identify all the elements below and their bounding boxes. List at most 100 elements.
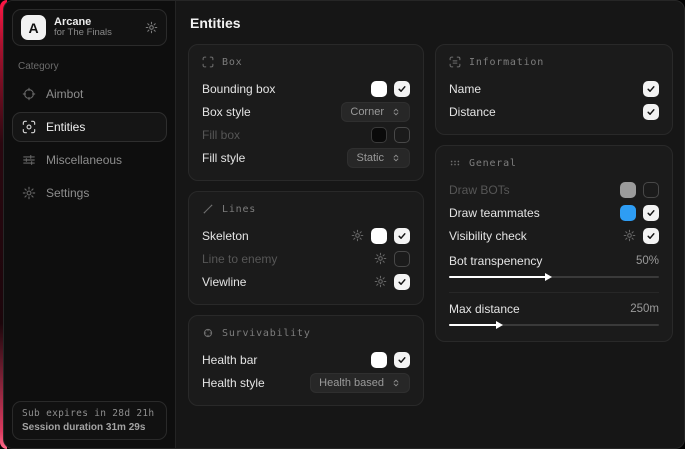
check-icon (646, 107, 656, 117)
check-icon (646, 231, 656, 241)
sidebar: A Arcane for The Finals Category (4, 1, 176, 448)
app-logo: A (21, 15, 46, 40)
sidebar-item-settings[interactable]: Settings (12, 178, 167, 208)
information-card: Information Name Distance (435, 44, 673, 135)
app-brand-card: A Arcane for The Finals (12, 9, 167, 46)
bounding-box-row: Bounding box (202, 77, 410, 100)
sliders-icon (22, 153, 36, 167)
bounding-box-color-swatch[interactable] (371, 81, 387, 97)
survivability-card-header: Survivability (202, 327, 410, 339)
row-label: Line to enemy (202, 252, 277, 266)
dropdown-value: Health based (319, 377, 384, 389)
name-checkbox[interactable] (643, 81, 659, 97)
draw-bots-checkbox[interactable] (643, 182, 659, 198)
draw-teammates-checkbox[interactable] (643, 205, 659, 221)
main-content: Entities Box (176, 1, 685, 448)
lines-card-header: Lines (202, 203, 410, 215)
fill-style-dropdown[interactable]: Static (347, 148, 410, 168)
check-icon (397, 231, 407, 241)
lines-card-title: Lines (222, 204, 256, 215)
general-card-title: General (469, 158, 517, 169)
fill-box-checkbox[interactable] (394, 127, 410, 143)
sidebar-item-aimbot[interactable]: Aimbot (12, 79, 167, 109)
sidebar-item-miscellaneous[interactable]: Miscellaneous (12, 145, 167, 175)
check-icon (646, 84, 656, 94)
box-style-dropdown[interactable]: Corner (341, 102, 410, 122)
gear-icon[interactable] (374, 275, 387, 288)
line-to-enemy-checkbox[interactable] (394, 251, 410, 267)
check-icon (397, 277, 407, 287)
information-card-header: Information (449, 56, 659, 68)
window-body: A Arcane for The Finals Category (3, 0, 685, 449)
health-bar-checkbox[interactable] (394, 352, 410, 368)
distance-row: Distance (449, 100, 659, 123)
bot-transparency-slider[interactable] (449, 272, 659, 282)
viewline-row: Viewline (202, 270, 410, 293)
max-distance-setting: Max distance 250m (449, 292, 659, 330)
gear-icon[interactable] (145, 21, 158, 34)
app-title-block: Arcane for The Finals (54, 16, 112, 40)
sidebar-item-label: Entities (46, 120, 85, 134)
box-card: Box Bounding box Box (188, 44, 424, 181)
dropdown-value: Static (356, 152, 384, 164)
slider-thumb-arrow-icon[interactable] (496, 321, 503, 329)
sub-expiry-text: Sub expires in 28d 21h (22, 408, 157, 419)
line-icon (202, 203, 214, 215)
row-label: Box style (202, 105, 251, 119)
health-style-row: Health style Health based (202, 371, 410, 394)
visibility-check-checkbox[interactable] (643, 228, 659, 244)
dropdown-value: Corner (350, 106, 384, 118)
skeleton-row: Skeleton (202, 224, 410, 247)
row-label: Bounding box (202, 82, 275, 96)
draw-bots-row: Draw BOTs (449, 178, 659, 201)
slider-fill (449, 324, 497, 326)
gear-icon[interactable] (351, 229, 364, 242)
gear-icon[interactable] (623, 229, 636, 242)
max-distance-value: 250m (630, 303, 659, 315)
row-label: Skeleton (202, 229, 249, 243)
skeleton-color-swatch[interactable] (371, 228, 387, 244)
viewline-checkbox[interactable] (394, 274, 410, 290)
grip-icon (449, 157, 461, 169)
sidebar-nav: Aimbot Entities (12, 79, 167, 208)
health-bar-color-swatch[interactable] (371, 352, 387, 368)
line-to-enemy-row: Line to enemy (202, 247, 410, 270)
information-card-title: Information (469, 57, 544, 68)
slider-thumb-arrow-icon[interactable] (545, 273, 552, 281)
draw-teammates-row: Draw teammates (449, 201, 659, 224)
bounding-box-checkbox[interactable] (394, 81, 410, 97)
fill-box-row: Fill box (202, 123, 410, 146)
life-buoy-icon (202, 327, 214, 339)
box-select-icon (202, 56, 214, 68)
general-card-header: General (449, 157, 659, 169)
row-label: Name (449, 82, 481, 96)
lines-card: Lines Skeleton (188, 191, 424, 305)
name-row: Name (449, 77, 659, 100)
row-label: Fill box (202, 128, 240, 142)
sidebar-item-label: Miscellaneous (46, 153, 122, 167)
box-style-row: Box style Corner (202, 100, 410, 123)
check-icon (397, 355, 407, 365)
skeleton-checkbox[interactable] (394, 228, 410, 244)
sidebar-item-label: Settings (46, 186, 89, 200)
health-style-dropdown[interactable]: Health based (310, 373, 410, 393)
check-icon (646, 208, 656, 218)
crosshair-icon (22, 87, 36, 101)
sidebar-item-entities[interactable]: Entities (12, 112, 167, 142)
survivability-card: Survivability Health bar (188, 315, 424, 406)
gear-icon[interactable] (374, 252, 387, 265)
health-bar-row: Health bar (202, 348, 410, 371)
row-label: Draw teammates (449, 206, 540, 220)
draw-bots-color-swatch[interactable] (620, 182, 636, 198)
visibility-check-row: Visibility check (449, 224, 659, 247)
box-card-title: Box (222, 57, 242, 68)
survivability-card-title: Survivability (222, 328, 311, 339)
gear-icon (22, 186, 36, 200)
fill-box-color-swatch[interactable] (371, 127, 387, 143)
subscription-status-card: Sub expires in 28d 21h Session duration … (12, 401, 167, 440)
session-duration-text: Session duration 31m 29s (22, 422, 157, 433)
app-subtitle: for The Finals (54, 28, 112, 39)
draw-teammates-color-swatch[interactable] (620, 205, 636, 221)
distance-checkbox[interactable] (643, 104, 659, 120)
max-distance-slider[interactable] (449, 320, 659, 330)
